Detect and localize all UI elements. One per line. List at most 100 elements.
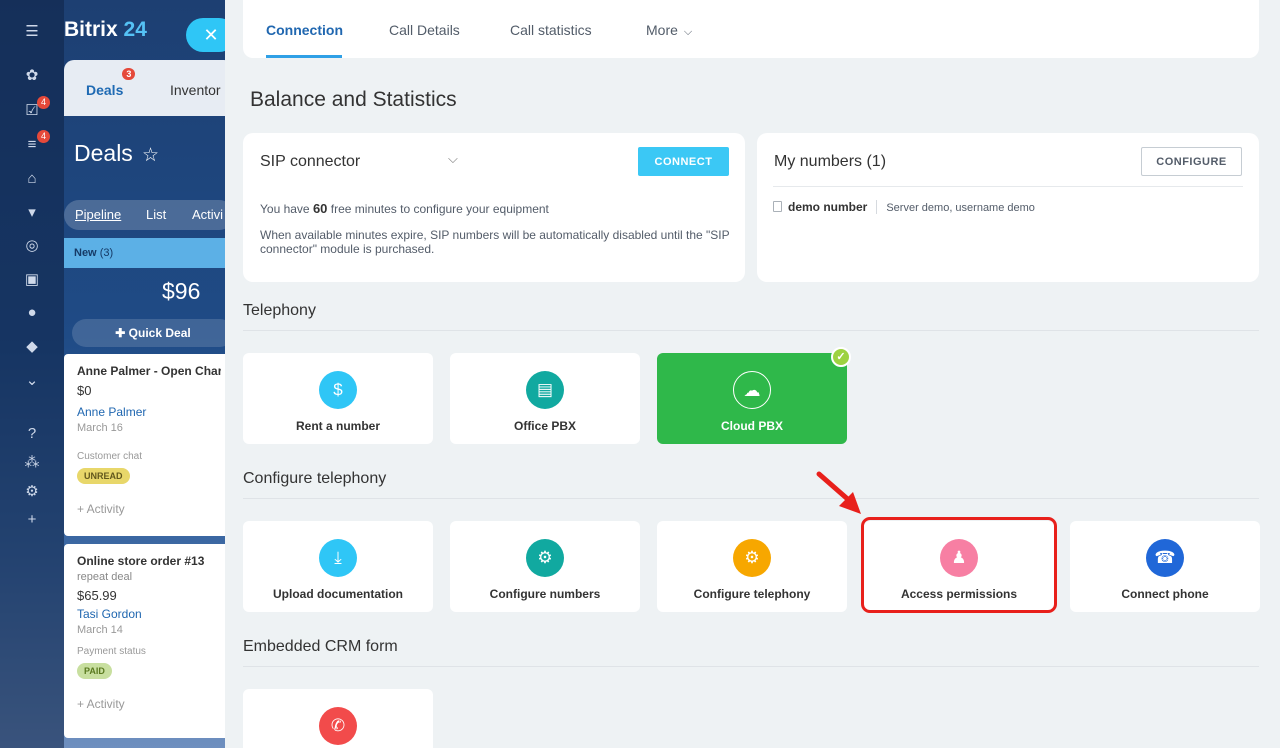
- chevron-down-icon: ⌵: [683, 26, 693, 38]
- tile-label: Access permissions: [900, 587, 1018, 601]
- section-title-telephony: Telephony: [243, 302, 316, 319]
- stage-header: New (3): [64, 238, 234, 268]
- divider: [243, 666, 1259, 667]
- deal-client[interactable]: Anne Palmer: [77, 405, 221, 419]
- deal-field: Customer chat: [77, 451, 143, 462]
- check-icon: ✓: [831, 347, 851, 367]
- connect-button[interactable]: CONNECT: [638, 147, 729, 176]
- number-detail: Server demo, username demo: [886, 202, 1035, 214]
- tile-access-permissions[interactable]: ♟ Access permissions: [864, 521, 1054, 612]
- deal-subtitle: repeat deal: [77, 571, 133, 583]
- deal-card[interactable]: Online store order #13 repeat deal $65.9…: [64, 544, 234, 738]
- tab-call-details[interactable]: Call Details: [389, 22, 460, 38]
- sip-connector-panel: SIP connector ⌵ CONNECT You have 60 free…: [243, 133, 745, 282]
- tile-label: Upload documentation: [273, 587, 403, 601]
- separator: [876, 200, 878, 214]
- settings-icon[interactable]: ⚙: [22, 482, 42, 502]
- tab-connection[interactable]: Connection: [266, 22, 343, 38]
- user-lock-icon: ♟: [940, 539, 978, 577]
- left-nav: ☰ ✿ ☑ 4 ≡ 4 ⌂ ▾ ◎ ▣ ● ◆ ⌄ ? ⁂ ⚙ +: [0, 0, 64, 748]
- tile-label: Connect phone: [1121, 587, 1209, 601]
- tabs-bar: Connection Call Details Call statistics …: [243, 0, 1259, 58]
- bank-icon[interactable]: ⌂: [22, 169, 42, 189]
- my-numbers-title: My numbers (1): [774, 153, 887, 170]
- deal-title[interactable]: Anne Palmer - Open Char: [77, 364, 221, 378]
- tab-more-label: More: [646, 22, 678, 38]
- more-circle-icon[interactable]: ⌄: [22, 371, 42, 391]
- red-arrow-annotation: [816, 471, 861, 514]
- deal-date: March 14: [77, 624, 123, 636]
- tasks-badge: 4: [36, 96, 50, 109]
- cart-icon[interactable]: ▾: [22, 203, 42, 223]
- tile-label: Rent a number: [295, 419, 380, 433]
- my-numbers-panel: My numbers (1) CONFIGURE demo number Serv…: [757, 133, 1259, 282]
- tile-label: Configure telephony: [693, 587, 811, 601]
- tile-label: Cloud PBX: [721, 419, 783, 433]
- star-icon[interactable]: ☆: [142, 144, 159, 167]
- tile-office-pbx[interactable]: ▤ Office PBX: [450, 353, 640, 444]
- deal-date: March 16: [77, 422, 123, 434]
- tasks-icon[interactable]: ☑ 4: [22, 96, 50, 121]
- structure-icon[interactable]: ⁂: [22, 453, 42, 473]
- box-icon[interactable]: ◆: [22, 337, 42, 357]
- feed-icon[interactable]: ✿: [22, 66, 42, 86]
- tab-deals-label: Deals: [86, 82, 124, 98]
- tab-more[interactable]: More ⌵: [646, 22, 692, 39]
- number-row[interactable]: demo number Server demo, username demo: [773, 200, 1035, 214]
- section-title-embedded: Embedded CRM form: [243, 638, 398, 655]
- document-icon: [773, 201, 782, 212]
- section-title-configure: Configure telephony: [243, 470, 387, 487]
- target-icon[interactable]: ◎: [22, 236, 42, 256]
- tile-upload-documentation[interactable]: ⤓ Upload documentation: [243, 521, 433, 612]
- robot-icon[interactable]: ●: [22, 303, 42, 323]
- minutes-expire-note: When available minutes expire, SIP numbe…: [260, 228, 730, 256]
- deal-price: $65.99: [77, 588, 117, 603]
- tab-inventory[interactable]: Inventor: [170, 82, 221, 98]
- deal-client[interactable]: Tasi Gordon: [77, 607, 221, 621]
- contact-card-icon[interactable]: ▣: [22, 270, 42, 290]
- view-list[interactable]: List: [146, 207, 166, 222]
- brand-number: 24: [123, 18, 147, 41]
- crm-badge: 4: [36, 130, 50, 143]
- plug-phone-icon: ☎: [1146, 539, 1184, 577]
- tile-label: Office PBX: [513, 419, 576, 433]
- phone-form-icon: ✆: [319, 707, 357, 745]
- view-switcher: Pipeline List Activi: [64, 200, 234, 230]
- chevron-down-icon[interactable]: ⌵: [448, 151, 458, 167]
- phone-dollar-icon: $: [319, 371, 357, 409]
- deal-title[interactable]: Online store order #13: [77, 554, 221, 568]
- add-activity-link[interactable]: + Activity: [77, 502, 221, 516]
- deal-card[interactable]: Anne Palmer - Open Char $0 Anne Palmer M…: [64, 354, 234, 536]
- free-minutes-count: 60: [312, 201, 328, 216]
- sip-connector-title[interactable]: SIP connector: [260, 153, 360, 171]
- active-tab-indicator: [266, 55, 342, 58]
- divider: [773, 186, 1243, 187]
- menu-icon[interactable]: ☰: [22, 22, 42, 42]
- configure-button[interactable]: CONFIGURE: [1141, 147, 1242, 176]
- crm-icon[interactable]: ≡ 4: [22, 130, 50, 155]
- tab-deals[interactable]: Deals 3: [86, 68, 136, 98]
- free-minutes-post: free minutes to configure your equipment: [330, 202, 549, 216]
- tile-embedded-form[interactable]: ✆: [243, 689, 433, 748]
- view-activities[interactable]: Activi: [192, 207, 223, 222]
- brand-logo: Bitrix 24: [64, 18, 147, 42]
- tile-configure-numbers[interactable]: ⚙ Configure numbers: [450, 521, 640, 612]
- tile-connect-phone[interactable]: ☎ Connect phone: [1070, 521, 1260, 612]
- add-icon[interactable]: +: [22, 510, 42, 530]
- help-icon[interactable]: ?: [22, 424, 42, 444]
- view-pipeline[interactable]: Pipeline: [75, 207, 121, 222]
- section-title-balance: Balance and Statistics: [250, 88, 457, 111]
- free-minutes-pre: You have: [260, 202, 310, 216]
- tile-cloud-pbx[interactable]: ☁ Cloud PBX ✓: [657, 347, 851, 444]
- close-icon: ✕: [203, 25, 219, 45]
- crm-panel: Deals 3 Inventor Deals ☆ Pipeline List Ac…: [64, 60, 234, 748]
- quick-deal-button[interactable]: ✚ Quick Deal: [72, 319, 234, 347]
- divider: [243, 498, 1259, 499]
- server-gear-icon: ⚙: [733, 539, 771, 577]
- tile-configure-telephony[interactable]: ⚙ Configure telephony: [657, 521, 847, 612]
- add-activity-link[interactable]: + Activity: [77, 697, 221, 711]
- tab-call-statistics[interactable]: Call statistics: [510, 22, 592, 38]
- number-name[interactable]: demo number: [788, 200, 867, 214]
- tile-rent-a-number[interactable]: $ Rent a number: [243, 353, 433, 444]
- deal-tag: UNREAD: [77, 468, 130, 484]
